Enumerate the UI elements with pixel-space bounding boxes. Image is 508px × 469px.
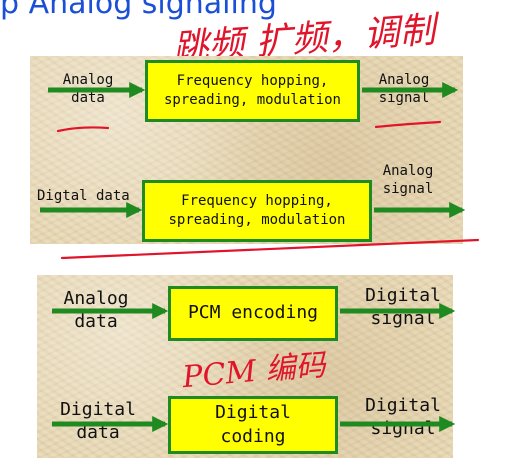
- top-row2-box-line1: Frequency hopping,: [181, 193, 333, 210]
- bottom-row2-box-line2: coding: [220, 426, 286, 447]
- top-row1-input-line1: Analog: [62, 72, 114, 88]
- top-row1-input-line2: data: [71, 89, 105, 106]
- bottom-row1-output-label: Digital signal: [355, 285, 451, 330]
- top-row2-output-line2: signal: [382, 180, 434, 197]
- slide: p Analog signaling 跳频 扩频，调制 Analog data …: [0, 0, 508, 469]
- bottom-row1-output-line2: signal: [370, 307, 436, 329]
- bottom-row2-output-label: Digital signal: [355, 395, 451, 440]
- top-row1-input-label: Analog data: [52, 72, 124, 107]
- bottom-row1-process-box: PCM encoding: [168, 286, 338, 341]
- bottom-row2-input-line2: data: [76, 421, 120, 443]
- top-row2-output-line1: Analog: [382, 163, 434, 179]
- bottom-row1-input-line2: data: [74, 310, 118, 332]
- bottom-row2-output-line2: signal: [370, 417, 436, 439]
- bottom-row1-input-line1: Analog: [63, 288, 129, 309]
- top-row2-input-label: Digtal data: [37, 188, 142, 206]
- bottom-row1-output-line1: Digital: [365, 285, 441, 306]
- bottom-row2-box-line1: Digital: [215, 401, 291, 423]
- top-row2-box-line2: spreading, modulation: [168, 212, 346, 228]
- top-row2-process-box: Frequency hopping, spreading, modulation: [142, 180, 372, 242]
- top-row1-process-box: Frequency hopping, spreading, modulation: [145, 60, 360, 122]
- top-row1-box-line1: Frequency hopping,: [176, 73, 329, 90]
- top-row1-output-line2: signal: [378, 89, 430, 106]
- bottom-row2-input-label: Digital data: [50, 399, 146, 444]
- top-row1-box-line2: spreading, modulation: [163, 92, 341, 108]
- bottom-row1-box-line1: PCM encoding: [187, 302, 319, 324]
- top-row2-input-line1: Digtal data: [37, 188, 130, 204]
- bottom-row1-input-label: Analog data: [52, 288, 140, 333]
- top-row1-output-label: Analog signal: [368, 72, 440, 107]
- bottom-row2-output-line1: Digital: [365, 395, 441, 416]
- top-row1-output-line1: Analog: [378, 72, 430, 88]
- bottom-row2-input-line1: Digital: [60, 399, 136, 420]
- top-row2-output-label: Analog signal: [372, 163, 444, 198]
- bottom-row2-process-box: Digital coding: [168, 396, 338, 454]
